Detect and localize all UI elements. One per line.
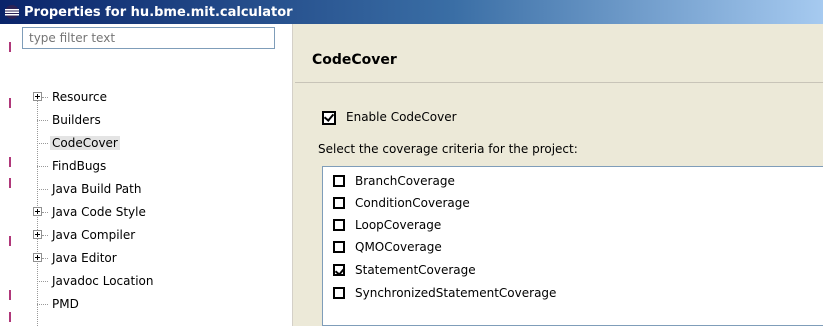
tree-connector [37,189,48,190]
filter-input[interactable] [22,27,275,49]
criteria-checkbox-synchronized-statement[interactable] [333,287,345,299]
enable-codecover-checkbox[interactable] [322,111,336,125]
criteria-checkbox-condition[interactable] [333,197,345,209]
tree-item-label: Java Code Style [52,205,146,219]
tree-item-java-code-style[interactable]: Java Code Style [0,202,290,224]
criteria-checkbox-branch[interactable] [333,175,345,187]
expand-icon[interactable] [33,207,42,216]
criteria-label-loop[interactable]: LoopCoverage [355,218,441,232]
criteria-checkbox-loop[interactable] [333,219,345,231]
criteria-checkbox-qmo[interactable] [333,241,345,253]
tree-item-codecover[interactable]: CodeCover [0,133,290,155]
edge-mark [9,42,11,52]
tree-connector [37,143,48,144]
tree-item-label: CodeCover [50,136,120,150]
enable-codecover-label[interactable]: Enable CodeCover [346,110,457,124]
page-title: CodeCover [312,52,397,68]
tree-item-label: Java Editor [52,251,117,265]
criteria-label-condition[interactable]: ConditionCoverage [355,196,470,210]
checkmark-icon [323,111,335,122]
expand-icon[interactable] [33,253,42,262]
tree-item-resource[interactable]: Resource [0,87,290,109]
expand-icon[interactable] [33,92,42,101]
tree-item-label: Java Compiler [52,228,136,242]
tree-item-javadoc-location[interactable]: Javadoc Location [0,271,290,293]
tree-connector [42,97,48,98]
tree-item-builders[interactable]: Builders [0,110,290,132]
criteria-label-branch[interactable]: BranchCoverage [355,174,455,188]
tree-connector [42,258,48,259]
criteria-label-qmo[interactable]: QMOCoverage [355,240,442,254]
tree-item-java-compiler[interactable]: Java Compiler [0,225,290,247]
tree-item-label: Resource [52,90,108,104]
tree-item-java-editor[interactable]: Java Editor [0,248,290,270]
eclipse-icon [4,4,20,20]
tree-item-pmd[interactable]: PMD [0,294,290,316]
criteria-checkbox-statement[interactable] [333,264,346,276]
criteria-prompt: Select the coverage criteria for the pro… [318,142,578,156]
tree-connector [42,235,48,236]
tree-item-label: Builders [52,113,101,127]
tree-item-label: Javadoc Location [52,274,154,288]
tree-item-findbugs[interactable]: FindBugs [0,156,290,178]
tree-connector [37,120,48,121]
expand-icon[interactable] [33,230,42,239]
tree-item-label: Java Build Path [52,182,142,196]
tree-connector [37,166,48,167]
tree-connector [37,281,48,282]
criteria-label-synchronized-statement[interactable]: SynchronizedStatementCoverage [355,286,556,300]
window-title-bar[interactable]: Properties for hu.bme.mit.calculator [0,0,823,24]
window-title: Properties for hu.bme.mit.calculator [24,4,293,20]
tree-item-java-build-path[interactable]: Java Build Path [0,179,290,201]
checkmark-icon [334,265,346,276]
tree-item-label: PMD [52,297,79,311]
tree-connector [37,304,48,305]
tree-connector [42,212,48,213]
tree-item-label: FindBugs [52,159,107,173]
criteria-label-statement[interactable]: StatementCoverage [355,263,476,277]
